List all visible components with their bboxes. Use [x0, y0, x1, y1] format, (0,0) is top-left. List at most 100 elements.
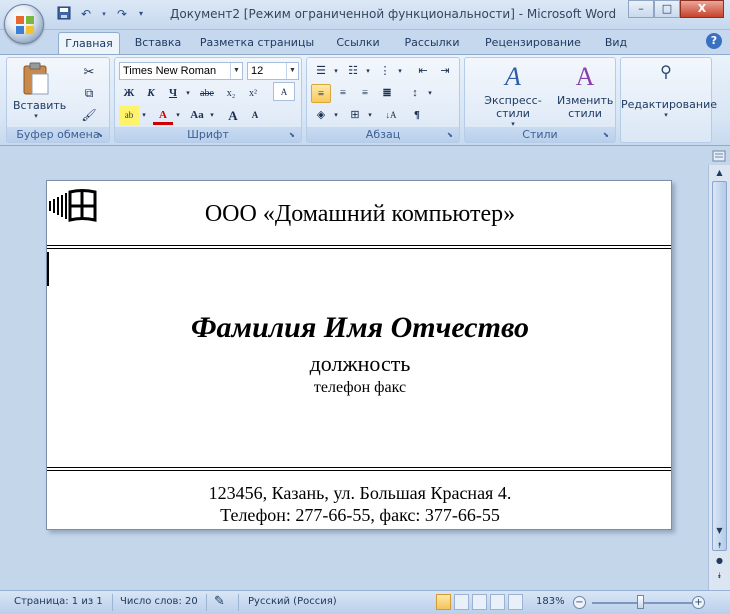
- sort-icon[interactable]: ↓A: [381, 106, 401, 125]
- strikethrough-button[interactable]: abe: [197, 84, 217, 103]
- chevron-down-icon[interactable]: ▼: [230, 63, 242, 79]
- full-screen-reading-icon[interactable]: [454, 594, 469, 610]
- paste-dropdown-icon[interactable]: ▾: [13, 112, 59, 120]
- vertical-scrollbar[interactable]: ▲ ▼ ⯭ ● ⯯: [708, 165, 730, 590]
- express-styles-button[interactable]: A Экспресс-стили ▾: [469, 62, 557, 128]
- align-left-icon[interactable]: ≡: [311, 84, 331, 103]
- numbering-icon[interactable]: ☷: [343, 62, 363, 81]
- outline-icon[interactable]: [490, 594, 505, 610]
- zoom-in-button[interactable]: +: [692, 596, 705, 609]
- scroll-down-icon[interactable]: ▼: [713, 525, 726, 537]
- subscript-button[interactable]: x₂: [221, 84, 241, 103]
- paste-button[interactable]: Вставить ▾: [13, 62, 66, 122]
- zoom-level[interactable]: 183%: [536, 596, 565, 607]
- font-group: Times New Roman ▼ 12 ▼ Ж К Ч ▾ abe x₂ x²…: [114, 57, 302, 143]
- spelling-check-icon[interactable]: ✎: [214, 594, 225, 609]
- borders-icon[interactable]: ⊞: [345, 106, 365, 125]
- bullets-dropdown-icon[interactable]: ▾: [331, 62, 341, 81]
- bullets-icon[interactable]: ☰: [311, 62, 331, 81]
- font-color-dropdown-icon[interactable]: ▾: [173, 106, 183, 125]
- maximize-button[interactable]: □: [654, 0, 680, 18]
- font-color-button[interactable]: A: [153, 106, 173, 125]
- minimize-button[interactable]: –: [628, 0, 654, 18]
- customize-qat-icon[interactable]: ▾: [136, 6, 146, 22]
- justify-icon[interactable]: ≣: [377, 84, 397, 103]
- help-icon[interactable]: ?: [706, 33, 722, 49]
- grow-font-button[interactable]: A: [223, 106, 243, 125]
- format-painter-icon[interactable]: 🖌: [79, 106, 99, 125]
- numbering-dropdown-icon[interactable]: ▾: [363, 62, 373, 81]
- redo-icon[interactable]: ↷: [114, 6, 130, 22]
- zoom-out-button[interactable]: −: [573, 596, 586, 609]
- borders-dropdown-icon[interactable]: ▾: [365, 106, 375, 125]
- increase-indent-icon[interactable]: ⇥: [435, 62, 455, 81]
- cut-icon[interactable]: ✂: [79, 62, 99, 81]
- draft-icon[interactable]: [508, 594, 523, 610]
- scroll-thumb[interactable]: [712, 181, 727, 551]
- align-center-icon[interactable]: ≡: [333, 84, 353, 103]
- undo-dropdown-icon[interactable]: ▾: [100, 6, 108, 22]
- ruler-toggle-icon[interactable]: [708, 147, 730, 167]
- tab-view[interactable]: Вид: [598, 32, 634, 54]
- save-icon[interactable]: [56, 6, 72, 22]
- change-case-dropdown-icon[interactable]: ▾: [207, 106, 217, 125]
- previous-page-icon[interactable]: ⯭: [713, 540, 726, 552]
- superscript-button[interactable]: x²: [243, 84, 263, 103]
- phone-fax: телефон факс: [313, 379, 407, 396]
- word-count[interactable]: Число слов: 20: [120, 596, 198, 607]
- highlight-button[interactable]: ab: [119, 106, 139, 125]
- document-area[interactable]: ООО «Домашний компьютер» Фамилия Имя Отч…: [0, 147, 708, 590]
- divider: [206, 594, 207, 611]
- multilevel-dropdown-icon[interactable]: ▾: [395, 62, 405, 81]
- paragraph-launcher-icon[interactable]: ⬊: [447, 130, 457, 140]
- close-button[interactable]: X: [680, 0, 724, 18]
- document-page[interactable]: ООО «Домашний компьютер» Фамилия Имя Отч…: [46, 180, 672, 530]
- chevron-down-icon: ▾: [664, 111, 668, 119]
- highlight-dropdown-icon[interactable]: ▾: [139, 106, 149, 125]
- editing-group: ⚲ Редактирование ▾: [620, 57, 717, 143]
- scroll-up-icon[interactable]: ▲: [713, 167, 726, 179]
- line-spacing-dropdown-icon[interactable]: ▾: [425, 84, 435, 103]
- tab-home[interactable]: Главная: [58, 32, 120, 54]
- print-layout-icon[interactable]: [436, 594, 451, 610]
- web-layout-icon[interactable]: [472, 594, 487, 610]
- zoom-slider-thumb[interactable]: [637, 595, 644, 609]
- font-name-combo[interactable]: Times New Roman ▼: [119, 62, 243, 80]
- italic-button[interactable]: К: [141, 84, 161, 103]
- tab-page-layout[interactable]: Разметка страницы: [198, 32, 316, 54]
- change-styles-button[interactable]: A Изменить стили: [557, 62, 613, 120]
- ribbon-tabs: Главная Вставка Разметка страницы Ссылки…: [0, 30, 730, 54]
- tab-references[interactable]: Ссылки: [330, 32, 386, 54]
- company-name: ООО «Домашний компьютер»: [204, 201, 516, 227]
- decrease-indent-icon[interactable]: ⇤: [413, 62, 433, 81]
- language[interactable]: Русский (Россия): [248, 596, 337, 607]
- underline-button[interactable]: Ч: [163, 84, 183, 103]
- line-spacing-icon[interactable]: ↕: [405, 84, 425, 103]
- clear-formatting-icon[interactable]: A: [273, 82, 295, 101]
- tab-mailings[interactable]: Рассылки: [398, 32, 466, 54]
- page-count[interactable]: Страница: 1 из 1: [14, 596, 103, 607]
- chevron-down-icon[interactable]: ▼: [286, 63, 298, 79]
- styles-launcher-icon[interactable]: ⬊: [603, 130, 613, 140]
- undo-icon[interactable]: ↶: [78, 6, 94, 22]
- change-case-button[interactable]: Aa: [187, 106, 207, 125]
- office-button[interactable]: [4, 4, 44, 44]
- shading-icon[interactable]: ◈: [311, 106, 331, 125]
- multilevel-list-icon[interactable]: ⋮: [375, 62, 395, 81]
- underline-dropdown-icon[interactable]: ▾: [183, 84, 193, 103]
- editing-button[interactable]: ⚲ Редактирование ▾: [621, 62, 717, 119]
- align-right-icon[interactable]: ≡: [355, 84, 375, 103]
- font-size-combo[interactable]: 12 ▼: [247, 62, 299, 80]
- font-launcher-icon[interactable]: ⬊: [289, 130, 299, 140]
- shrink-font-button[interactable]: A: [245, 106, 265, 125]
- bold-button[interactable]: Ж: [119, 84, 139, 103]
- browse-object-icon[interactable]: ●: [713, 555, 726, 567]
- show-marks-button[interactable]: ¶: [407, 106, 427, 125]
- copy-icon[interactable]: ⧉: [79, 84, 99, 103]
- next-page-icon[interactable]: ⯯: [713, 570, 726, 582]
- tab-insert[interactable]: Вставка: [128, 32, 188, 54]
- clipboard-launcher-icon[interactable]: ⬊: [97, 130, 107, 140]
- tab-review[interactable]: Рецензирование: [478, 32, 588, 54]
- font-size-value: 12: [251, 65, 264, 77]
- shading-dropdown-icon[interactable]: ▾: [331, 106, 341, 125]
